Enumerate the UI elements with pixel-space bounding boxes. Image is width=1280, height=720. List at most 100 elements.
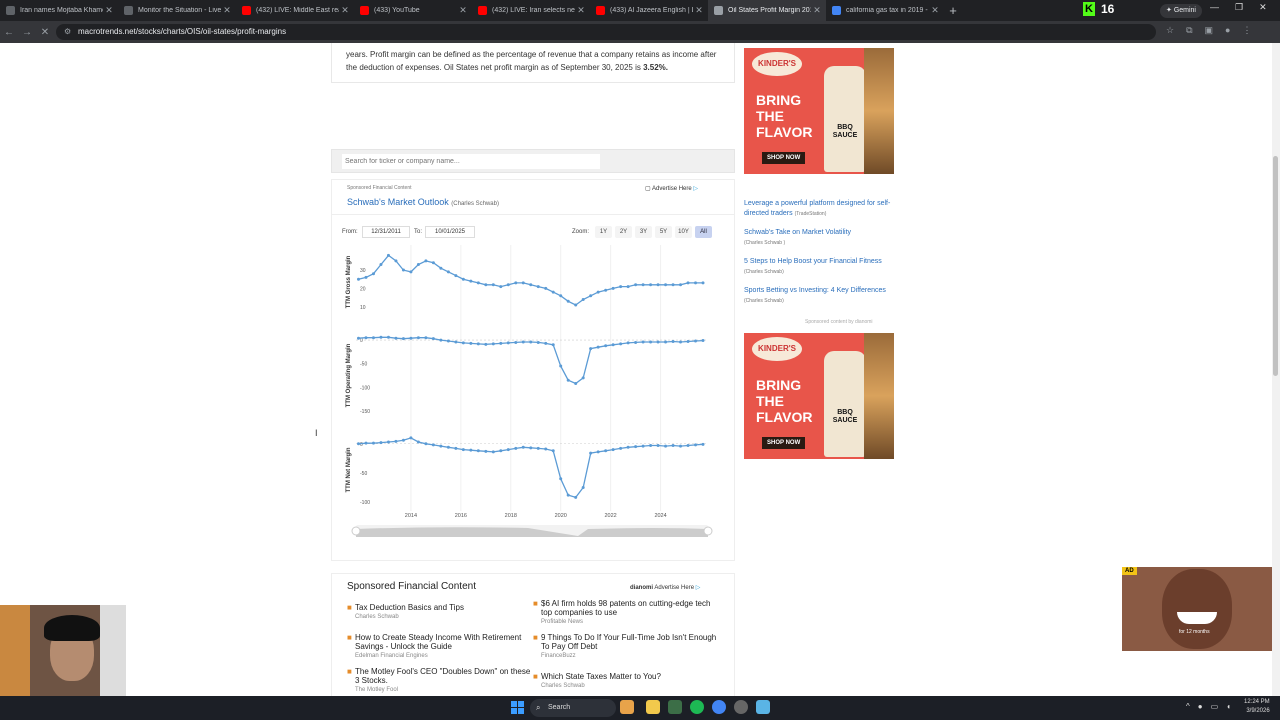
data-point (439, 338, 443, 342)
close-window-icon[interactable]: ✕ (1259, 2, 1267, 13)
article-source: Charles Schwab (355, 614, 399, 620)
data-point (476, 449, 480, 453)
site-info-icon[interactable]: ⚙ (64, 24, 71, 40)
zoom-3y-button[interactable]: 3Y (635, 226, 652, 238)
side-link[interactable]: Sports Betting vs Investing: 4 Key Diffe… (744, 286, 898, 306)
mic-icon[interactable]: ● (1198, 702, 1203, 711)
data-point (439, 266, 443, 270)
extensions-icon[interactable]: ⧉ (1186, 25, 1192, 36)
browser-tab[interactable]: Iran names Mojtaba Khamenei✕ (0, 0, 118, 21)
page-scrollbar[interactable] (1272, 43, 1280, 696)
article-link[interactable]: ■ Tax Deduction Basics and Tips Charles Sc… (347, 603, 535, 622)
tab-favicon-icon (360, 6, 369, 15)
ad-product-label: BBQ SAUCE (832, 124, 858, 139)
side-link[interactable]: Schwab's Take on Market Volatility (Charl… (744, 228, 898, 248)
to-date-input[interactable]: 10/01/2025 (425, 226, 475, 238)
from-date-input[interactable]: 12/31/2011 (362, 226, 410, 238)
page-content: years. Profit margin can be defined as t… (0, 43, 1272, 696)
video-ad[interactable]: AD for 12 months (1122, 567, 1272, 651)
browser-tab[interactable]: california gas tax in 2019 - Goo✕ (826, 0, 944, 21)
browser-tab[interactable]: (433) Al Jazeera English | Liv ✕ (590, 0, 708, 21)
tab-close-icon[interactable]: ✕ (103, 5, 115, 16)
data-point (574, 303, 578, 307)
tab-close-icon[interactable]: ✕ (457, 5, 469, 16)
data-point (394, 259, 398, 263)
file-explorer-icon[interactable] (646, 700, 660, 714)
article-title: Tax Deduction Basics and Tips (355, 603, 464, 612)
browser-tab[interactable]: (432) LIVE: Iran selects new sup✕ (472, 0, 590, 21)
article-link[interactable]: ■ Which State Taxes Matter to You? Charles… (533, 672, 721, 691)
tab-close-icon[interactable]: ✕ (575, 5, 587, 16)
browser-tab[interactable]: Monitor the Situation - Live Gl ✕ (118, 0, 236, 21)
data-point (439, 444, 443, 448)
data-point (544, 341, 548, 345)
data-point (394, 336, 398, 340)
data-point (626, 445, 630, 449)
scrollbar-thumb[interactable] (1273, 156, 1278, 376)
forward-icon[interactable]: → (18, 27, 36, 38)
article-link[interactable]: ■ How to Create Steady Income With Retire… (347, 633, 535, 661)
back-icon[interactable]: ← (0, 27, 18, 38)
sponsored-label: Sponsored Financial Content (347, 185, 412, 191)
browser-tab[interactable]: (433) YouTube ✕ (354, 0, 472, 21)
app-icon[interactable] (734, 700, 748, 714)
article-source: Profitable News (541, 619, 584, 625)
sidebar-icon[interactable]: ▣ (1205, 25, 1214, 36)
kick-extension[interactable]: K 16 (1083, 2, 1114, 16)
zoom-5y-button[interactable]: 5Y (655, 226, 672, 238)
tab-close-icon[interactable]: ✕ (811, 5, 823, 16)
maximize-icon[interactable]: ❐ (1235, 2, 1243, 13)
kinders-ad-bottom[interactable]: KINDER'S BRING THE FLAVOR SHOP NOW BBQ S… (744, 333, 894, 459)
adchoices-icon: ▷ (693, 186, 698, 192)
tab-close-icon[interactable]: ✕ (929, 5, 941, 16)
browser-tab[interactable]: Oil States Profit Margin 2012-2✕ (708, 0, 826, 21)
taskbar-clock[interactable]: 12:24 PM 3/9/2026 (1244, 698, 1270, 716)
network-icon[interactable]: ▭ (1211, 702, 1219, 711)
notepad-icon[interactable] (756, 700, 770, 714)
ad-shop-now-button[interactable]: SHOP NOW (762, 152, 806, 164)
ad-shop-now-button[interactable]: SHOP NOW (762, 437, 806, 449)
sponsor-link[interactable]: Schwab's Market Outlook (Charles Schwab) (347, 197, 499, 207)
new-tab-button[interactable]: + (944, 3, 962, 18)
zoom-10y-button[interactable]: 10Y (675, 226, 692, 238)
chrome-icon[interactable] (712, 700, 726, 714)
article-source: Charles Schwab (541, 683, 585, 689)
tray-chevron-icon[interactable]: ^ (1186, 702, 1190, 711)
article-link[interactable]: ■ The Motley Fool's CEO "Doubles Down" on… (347, 667, 535, 695)
stop-icon[interactable]: ✕ (36, 27, 54, 38)
ticker-search-input[interactable] (342, 154, 600, 169)
zoom-2y-button[interactable]: 2Y (615, 226, 632, 238)
article-title: 9 Things To Do If Your Full-Time Job Isn… (541, 633, 717, 651)
browser-tab[interactable]: (432) LIVE: Middle East real-tim✕ (236, 0, 354, 21)
bookmark-star-icon[interactable]: ☆ (1166, 25, 1174, 36)
volume-icon[interactable]: ◖ (1226, 702, 1231, 711)
zoom-all-button[interactable]: All (695, 226, 712, 238)
article-link[interactable]: ■ $6 AI firm holds 98 patents on cutting-… (533, 599, 721, 627)
side-link[interactable]: 5 Steps to Help Boost your Financial Fit… (744, 257, 898, 277)
gemini-button[interactable]: ✦ Gemini (1160, 4, 1202, 18)
minimize-icon[interactable]: — (1210, 2, 1219, 13)
data-point (641, 444, 645, 448)
article-link[interactable]: ■ 9 Things To Do If Your Full-Time Job Is… (533, 633, 721, 661)
data-point (409, 436, 413, 440)
data-point (641, 340, 645, 344)
taskbar-search[interactable]: ⌕ Search (530, 699, 616, 717)
kinders-ad-top[interactable]: KINDER'S BRING THE FLAVOR SHOP NOW BBQ S… (744, 48, 894, 174)
tab-close-icon[interactable]: ✕ (339, 5, 351, 16)
side-link[interactable]: Leverage a powerful platform designed fo… (744, 199, 898, 219)
store-icon[interactable] (668, 700, 682, 714)
tab-close-icon[interactable]: ✕ (693, 5, 705, 16)
tab-close-icon[interactable]: ✕ (221, 5, 233, 16)
spotify-icon[interactable] (690, 700, 704, 714)
widget-icon[interactable] (620, 700, 634, 714)
profit-margin-chart: TTM Gross Margin 30 20 10 TTM Operating Marg… (346, 245, 713, 537)
sponsored-advertise-link[interactable]: dianomi Advertise Here ▷ (630, 584, 700, 591)
url-field[interactable]: ⚙ macrotrends.net/stocks/charts/OIS/oil-… (56, 24, 1156, 40)
advertise-here-link[interactable]: ▢ Advertise Here ▷ (645, 185, 698, 192)
zoom-1y-button[interactable]: 1Y (595, 226, 612, 238)
menu-icon[interactable]: ⋮ (1242, 25, 1251, 36)
profile-icon[interactable]: ● (1225, 25, 1230, 36)
video-ad-caption: for 12 months (1179, 629, 1210, 635)
start-icon[interactable] (511, 701, 524, 714)
x-tick-label: 2016 (455, 513, 467, 519)
